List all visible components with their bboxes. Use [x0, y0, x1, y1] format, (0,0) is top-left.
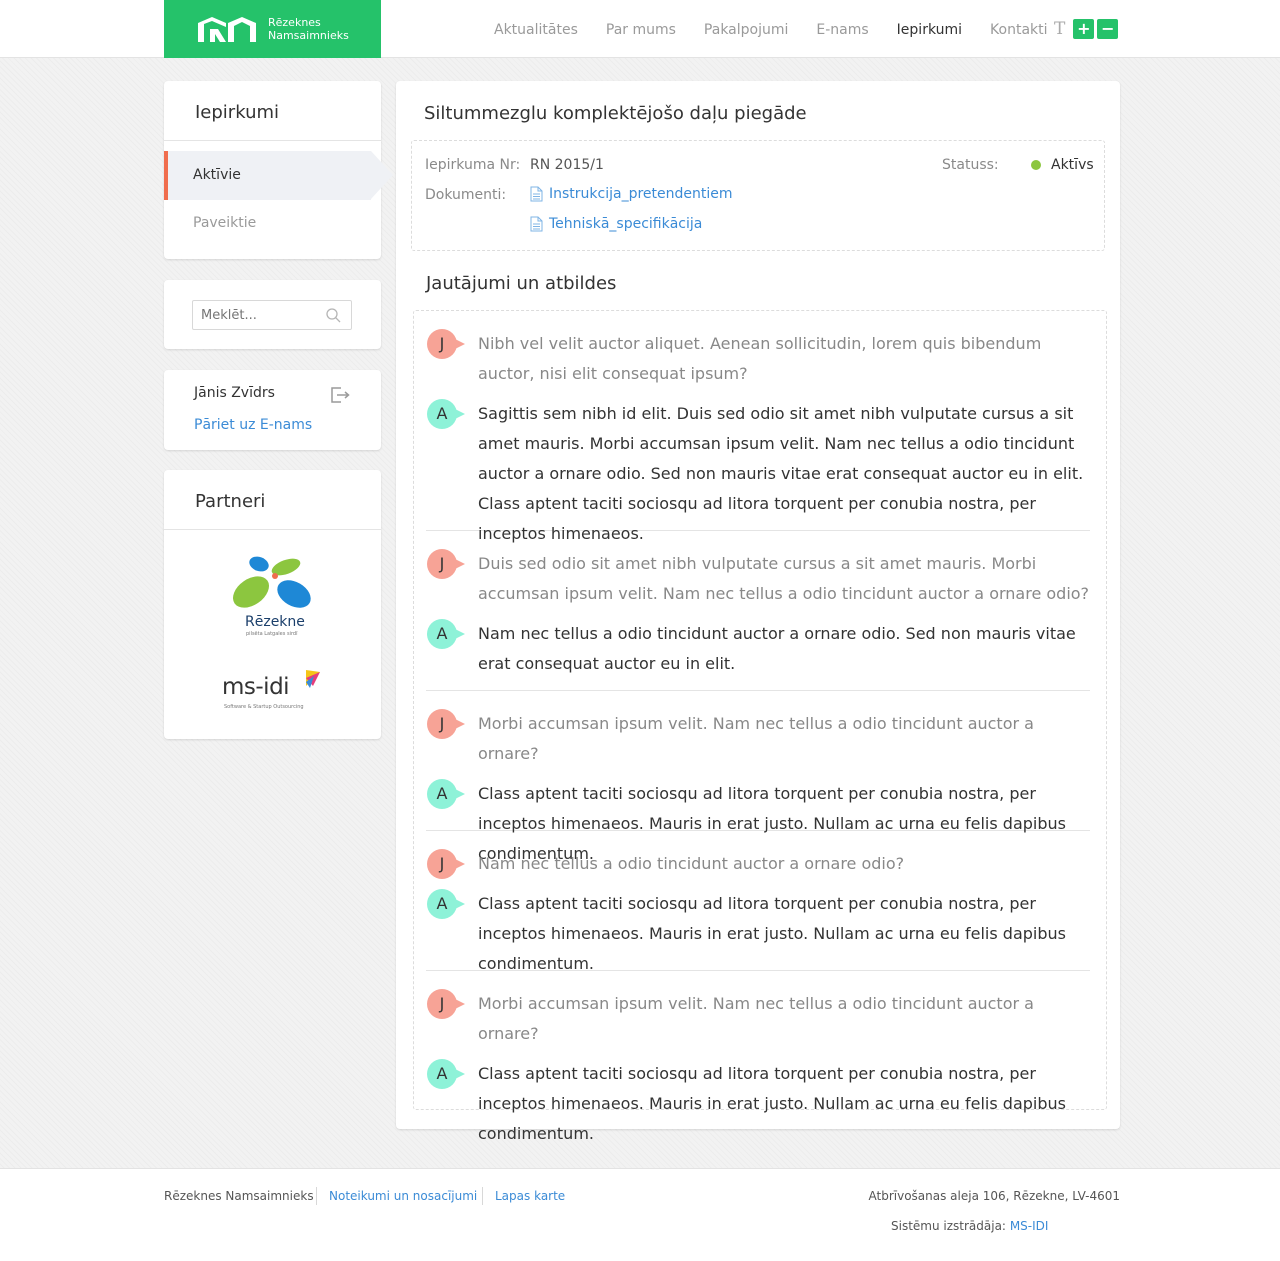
answer-text: A Class aptent taciti sociosqu ad litora …: [426, 889, 1090, 979]
answer-badge: A: [427, 889, 465, 919]
user-name: Jānis Zvīdrs: [194, 385, 275, 401]
logo-line1: Rēzeknes: [268, 16, 321, 29]
main-nav: Aktualitātes Par mums Pakalpojumi E-nams…: [480, 20, 1062, 40]
answer-text: A Nam nec tellus a odio tincidunt auctor …: [426, 619, 1090, 679]
procurement-info-box: Iepirkuma Nr: RN 2015/1 Dokumenti: Instr…: [411, 140, 1105, 251]
qa-item: J Morbi accumsan ipsum velit. Nam nec tel…: [426, 709, 1090, 863]
logout-icon[interactable]: [331, 387, 351, 403]
site-footer: Rēzeknes Namsaimnieks Noteikumi un nosac…: [0, 1168, 1280, 1261]
answer-label: Sagittis sem nibh id elit. Duis sed odio…: [478, 404, 1084, 543]
partners-card: Partneri Rēzekne pilsēta Latgales sirdī …: [164, 470, 381, 739]
procurement-number-label: Iepirkuma Nr:: [425, 157, 521, 173]
footer-address: Atbrīvošanas aleja 106, Rēzekne, LV-4601: [868, 1189, 1120, 1203]
answer-badge: A: [427, 399, 465, 429]
rezekne-flower-icon: [232, 556, 311, 608]
question-text: J Nibh vel velit auctor aliquet. Aenean s…: [426, 329, 1090, 389]
site-logo[interactable]: Rēzeknes Namsaimnieks: [164, 0, 381, 58]
answer-badge: A: [427, 619, 465, 649]
question-badge: J: [427, 329, 465, 359]
partner-rezekne-tagline: pilsēta Latgales sirdī: [246, 631, 298, 637]
answer-label: Class aptent taciti sociosqu ad litora t…: [478, 1064, 1066, 1143]
qa-item: J Nam nec tellus a odio tincidunt auctor …: [426, 849, 1090, 973]
nav-par-mums[interactable]: Par mums: [606, 20, 676, 40]
document-link-specifikacija[interactable]: Tehniskā_specifikācija: [530, 216, 702, 232]
search-icon[interactable]: [326, 308, 341, 323]
partner-ms-idi-tagline: Software & Startup Outsourcing: [224, 704, 304, 710]
answer-label: Nam nec tellus a odio tincidunt auctor a…: [478, 624, 1076, 673]
status-value: Aktīvs: [1051, 157, 1094, 173]
nav-e-nams[interactable]: E-nams: [816, 20, 868, 40]
document-icon: [530, 186, 543, 202]
question-label: Morbi accumsan ipsum velit. Nam nec tell…: [478, 994, 1034, 1043]
answer-badge: A: [427, 1059, 465, 1089]
answer-text: A Sagittis sem nibh id elit. Duis sed odi…: [426, 399, 1090, 549]
question-text: J Morbi accumsan ipsum velit. Nam nec tel…: [426, 709, 1090, 769]
footer-developer-label: Sistēmu izstrādāja:: [891, 1219, 1006, 1233]
page-title: Siltummezglu komplektējošo daļu piegāde: [424, 103, 807, 124]
procurement-number-value: RN 2015/1: [530, 157, 604, 173]
answer-label: Class aptent taciti sociosqu ad litora t…: [478, 894, 1066, 973]
partner-ms-idi-name: ms-idi: [222, 674, 290, 700]
question-label: Nibh vel velit auctor aliquet. Aenean so…: [478, 334, 1042, 383]
status-label: Statuss:: [942, 157, 999, 173]
question-badge: J: [427, 549, 465, 579]
partner-rezekne-name: Rēzekne: [245, 614, 305, 630]
document-link-label: Instrukcija_pretendentiem: [549, 186, 733, 202]
footer-terms-link[interactable]: Noteikumi un nosacījumi: [329, 1188, 477, 1204]
partner-rezekne-logo[interactable]: Rēzekne pilsēta Latgales sirdī: [224, 552, 324, 642]
question-badge: J: [427, 709, 465, 739]
e-nams-link[interactable]: Pāriet uz E-nams: [194, 417, 312, 433]
status-indicator: [1031, 160, 1041, 170]
logo-text: Rēzeknes Namsaimnieks: [268, 16, 349, 42]
question-text: J Morbi accumsan ipsum velit. Nam nec tel…: [426, 989, 1090, 1049]
logo-house-icon: [198, 17, 256, 42]
font-decrease-button[interactable]: −: [1097, 19, 1119, 39]
partner-ms-idi-logo[interactable]: ms-idi Software & Startup Outsourcing: [222, 668, 332, 718]
sidebar-item-aktivie[interactable]: Aktīvie: [164, 151, 393, 200]
qa-section-title: Jautājumi un atbildes: [426, 273, 617, 294]
document-link-instrukcija[interactable]: Instrukcija_pretendentiem: [530, 186, 733, 202]
font-size-tools: T + −: [1054, 19, 1119, 39]
footer-divider: [482, 1187, 483, 1205]
sidebar-item-paveiktie[interactable]: Paveiktie: [193, 215, 256, 231]
font-increase-button[interactable]: +: [1073, 19, 1095, 39]
question-badge: J: [427, 849, 465, 879]
footer-developer: Sistēmu izstrādāja: MS-IDI: [891, 1218, 1048, 1234]
search-field: [192, 300, 352, 330]
sidebar-menu-card: Iepirkumi Aktīvie Paveiktie: [164, 81, 393, 259]
footer-company: Rēzeknes Namsaimnieks: [164, 1189, 314, 1203]
question-label: Morbi accumsan ipsum velit. Nam nec tell…: [478, 714, 1034, 763]
answer-text: A Class aptent taciti sociosqu ad litora …: [426, 1059, 1090, 1149]
ms-idi-flag-icon: [306, 670, 320, 688]
question-text: J Nam nec tellus a odio tincidunt auctor …: [426, 849, 1090, 879]
site-header: Rēzeknes Namsaimnieks Aktualitātes Par m…: [0, 0, 1280, 58]
question-badge: J: [427, 989, 465, 1019]
documents-label: Dokumenti:: [425, 187, 507, 203]
footer-sitemap-link[interactable]: Lapas karte: [495, 1188, 565, 1204]
search-input[interactable]: [201, 307, 321, 323]
qa-item: J Nibh vel velit auctor aliquet. Aenean s…: [426, 329, 1090, 543]
question-label: Duis sed odio sit amet nibh vulputate cu…: [478, 554, 1090, 603]
logo-line2: Namsaimnieks: [268, 29, 349, 42]
question-label: Nam nec tellus a odio tincidunt auctor a…: [478, 854, 905, 873]
document-link-label: Tehniskā_specifikācija: [549, 216, 703, 232]
partners-title: Partneri: [164, 470, 381, 530]
nav-aktualitates[interactable]: Aktualitātes: [494, 20, 578, 40]
nav-iepirkumi[interactable]: Iepirkumi: [897, 20, 962, 40]
document-icon: [530, 216, 543, 232]
footer-developer-link[interactable]: MS-IDI: [1010, 1219, 1049, 1233]
nav-pakalpojumi[interactable]: Pakalpojumi: [704, 20, 788, 40]
user-card: Jānis Zvīdrs Pāriet uz E-nams: [164, 370, 381, 450]
main-content-card: Siltummezglu komplektējošo daļu piegāde …: [396, 81, 1120, 1143]
qa-item: J Morbi accumsan ipsum velit. Nam nec tel…: [426, 989, 1090, 1143]
font-size-icon: T: [1054, 19, 1066, 39]
sidebar-title: Iepirkumi: [164, 81, 381, 141]
footer-divider: [316, 1187, 317, 1205]
nav-kontakti[interactable]: Kontakti: [990, 20, 1047, 40]
search-card: [164, 280, 381, 349]
question-text: J Duis sed odio sit amet nibh vulputate c…: [426, 549, 1090, 609]
answer-badge: A: [427, 779, 465, 809]
qa-item: J Duis sed odio sit amet nibh vulputate c…: [426, 549, 1090, 691]
qa-list: J Nibh vel velit auctor aliquet. Aenean s…: [413, 310, 1107, 1143]
